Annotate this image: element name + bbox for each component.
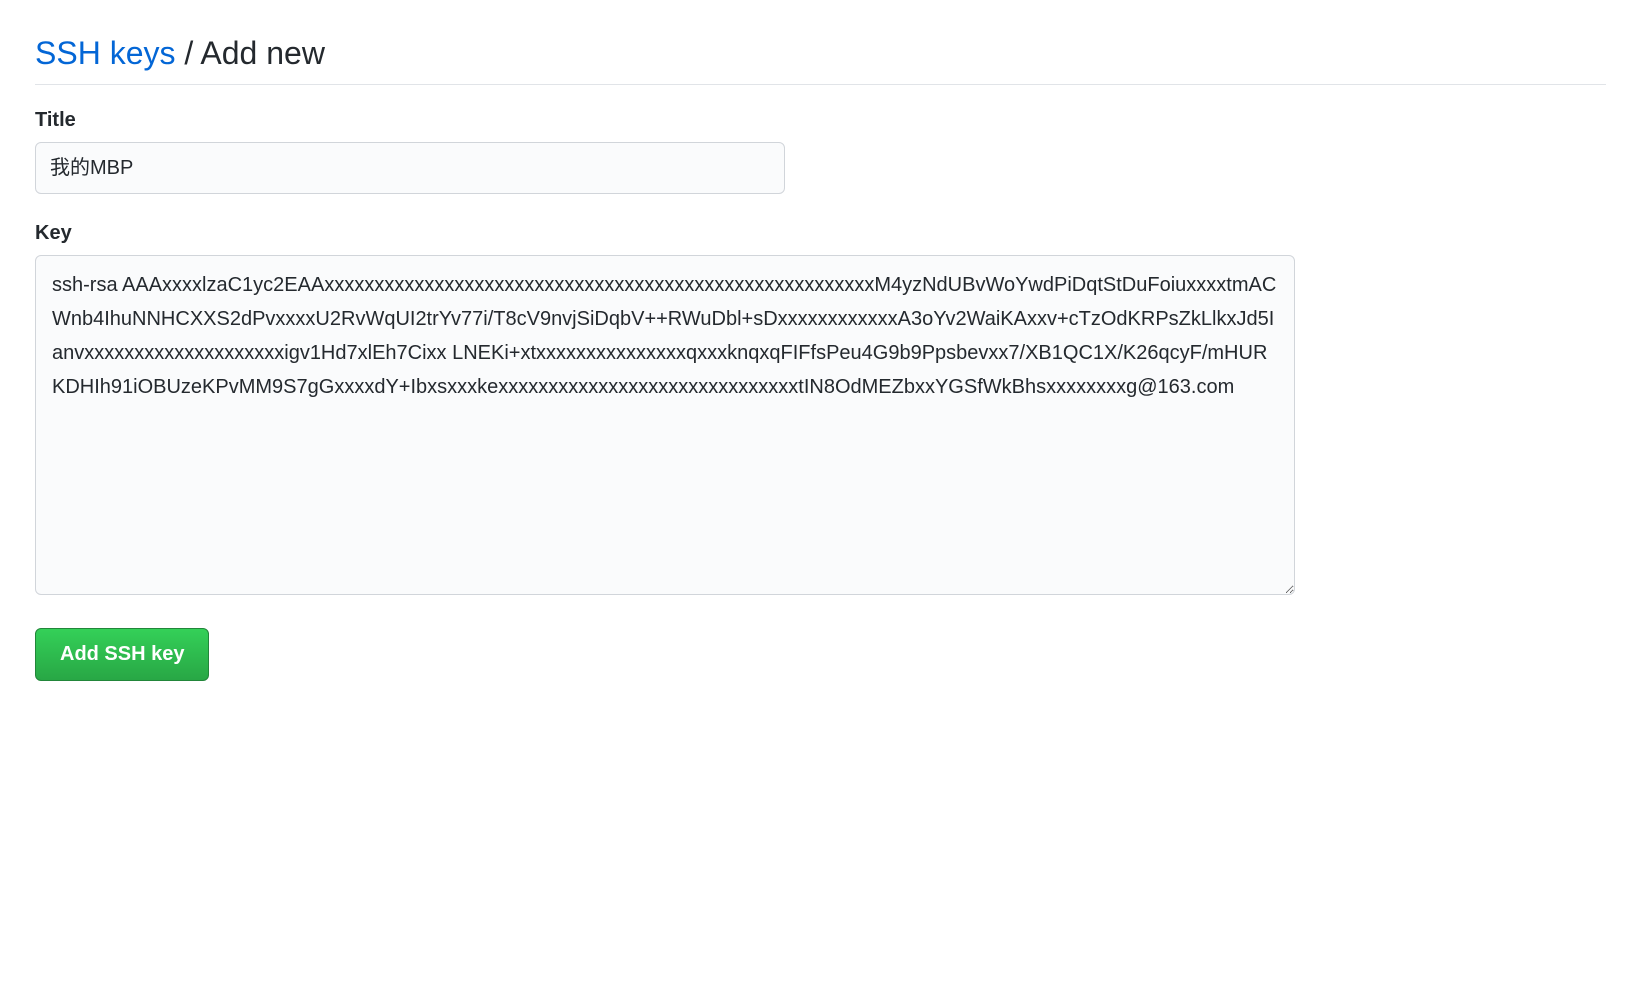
breadcrumb-link-ssh-keys[interactable]: SSH keys [35, 35, 175, 71]
title-field-group: Title [35, 109, 1606, 194]
key-field-group: Key [35, 222, 1606, 600]
title-label: Title [35, 109, 1606, 132]
key-textarea[interactable] [35, 255, 1295, 595]
key-label: Key [35, 222, 1606, 245]
breadcrumb-separator: / [175, 35, 200, 71]
breadcrumb-current: Add new [200, 35, 325, 71]
title-input[interactable] [35, 142, 785, 194]
add-ssh-key-button[interactable]: Add SSH key [35, 628, 209, 681]
page-title: SSH keys / Add new [35, 35, 1606, 85]
